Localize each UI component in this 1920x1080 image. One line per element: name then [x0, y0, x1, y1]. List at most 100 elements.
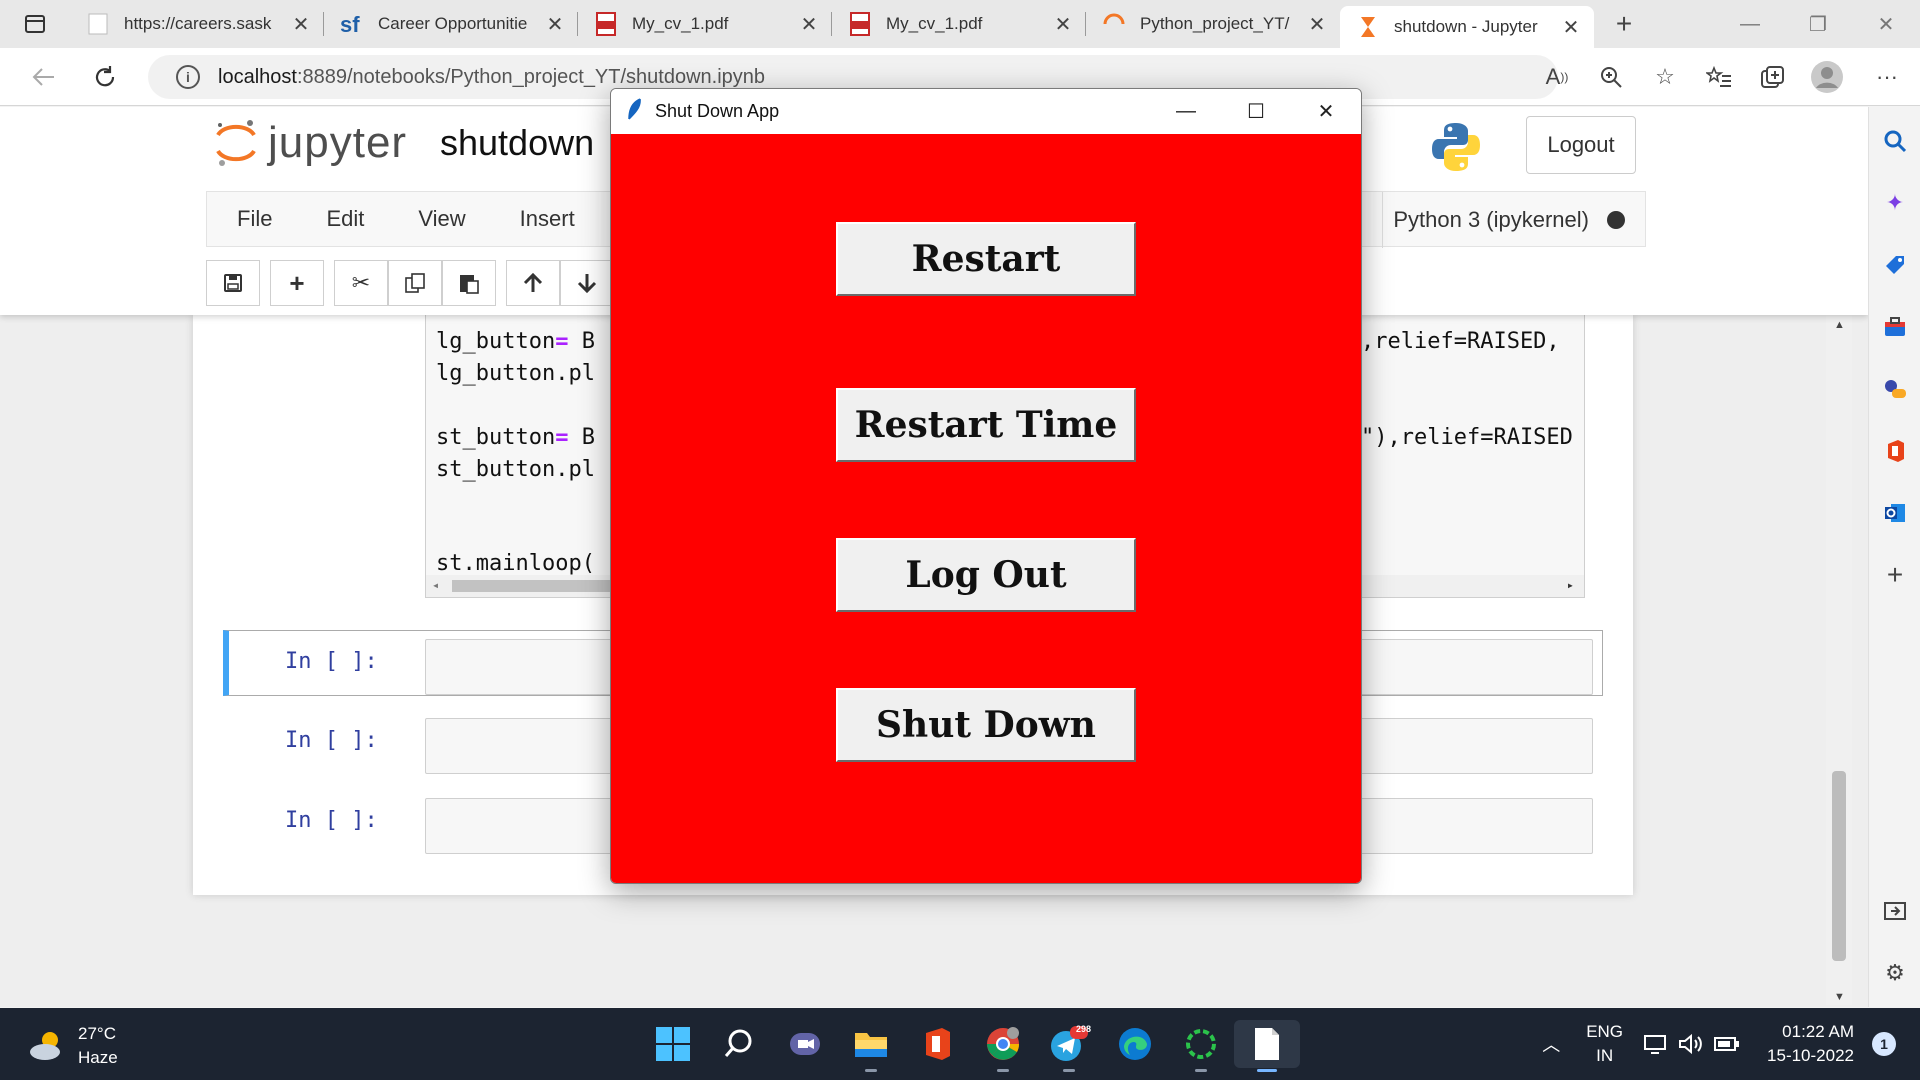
- outlook-icon[interactable]: [1869, 493, 1920, 533]
- notification-badge[interactable]: 1: [1872, 1032, 1896, 1056]
- window-close-icon[interactable]: ✕: [1291, 89, 1361, 134]
- save-button[interactable]: [206, 260, 260, 306]
- minimize-icon[interactable]: —: [1716, 0, 1784, 48]
- favorites-icon[interactable]: [1692, 48, 1746, 106]
- browser-tab-python-project[interactable]: Python_project_YT/ ✕: [1086, 0, 1340, 48]
- site-info-icon[interactable]: i: [176, 65, 200, 89]
- start-button[interactable]: [640, 1020, 706, 1068]
- log-out-button[interactable]: Log Out: [836, 538, 1136, 612]
- restore-icon[interactable]: ❐: [1784, 0, 1852, 48]
- language-indicator[interactable]: ENG IN: [1586, 1020, 1623, 1068]
- region-code: IN: [1596, 1046, 1614, 1065]
- scroll-right-icon[interactable]: ▸: [1567, 578, 1574, 592]
- refresh-button[interactable]: [74, 64, 136, 90]
- weather-haze-icon: [30, 1032, 60, 1060]
- zoom-icon[interactable]: [1584, 48, 1638, 106]
- tab-close-icon[interactable]: ✕: [798, 12, 820, 37]
- browser-window-controls: — ❐ ✕: [1716, 0, 1920, 48]
- move-up-button[interactable]: [506, 260, 560, 306]
- menu-insert[interactable]: Insert: [520, 206, 575, 232]
- shut-down-button[interactable]: Shut Down: [836, 688, 1136, 762]
- browser-tab-careers[interactable]: https://careers.sask ✕: [70, 0, 324, 48]
- window-maximize-icon[interactable]: ☐: [1221, 89, 1291, 134]
- edge-app[interactable]: [1102, 1020, 1168, 1068]
- clock[interactable]: 01:22 AM 15-10-2022: [1767, 1020, 1854, 1068]
- teams-chat-icon: [790, 1033, 820, 1055]
- profile-avatar-icon[interactable]: [1800, 48, 1854, 106]
- menu-file[interactable]: File: [237, 206, 272, 232]
- tab-close-icon[interactable]: ✕: [1560, 15, 1582, 40]
- new-tab-button[interactable]: +: [1600, 8, 1648, 40]
- volume-icon[interactable]: [1677, 1033, 1705, 1055]
- read-aloud-icon[interactable]: A)): [1530, 48, 1584, 106]
- office-app[interactable]: [904, 1020, 970, 1068]
- browser-tab-cv-pdf-2[interactable]: My_cv_1.pdf ✕: [832, 0, 1086, 48]
- browser-tab-shutdown-jupyter[interactable]: shutdown - Jupyter ✕: [1340, 6, 1594, 48]
- menu-edit[interactable]: Edit: [326, 206, 364, 232]
- jupyter-loading-app[interactable]: [1168, 1020, 1234, 1072]
- chrome-app[interactable]: [970, 1020, 1036, 1072]
- add-sidebar-app-icon[interactable]: +: [1869, 555, 1920, 595]
- tab-close-icon[interactable]: ✕: [1306, 12, 1328, 37]
- jupyter-logo[interactable]: jupyter: [214, 117, 407, 169]
- collections-icon[interactable]: [1746, 48, 1800, 106]
- edge-sidebar: ✦ + ⚙: [1868, 107, 1920, 1007]
- taskbar-apps: 298: [640, 1020, 1300, 1072]
- arrow-up-icon: [523, 272, 543, 292]
- window-title-bar[interactable]: Shut Down App — ☐ ✕: [611, 89, 1361, 134]
- insert-cell-button[interactable]: +: [270, 260, 324, 306]
- browser-tab-career-opportunities[interactable]: sf Career Opportunitie ✕: [324, 0, 578, 48]
- shutdown-app-window: Shut Down App — ☐ ✕ Restart Restart Time…: [610, 88, 1362, 884]
- close-icon[interactable]: ✕: [1852, 0, 1920, 48]
- tab-close-icon[interactable]: ✕: [1052, 12, 1074, 37]
- tab-title: shutdown - Jupyter: [1394, 17, 1538, 36]
- paste-button[interactable]: [442, 260, 496, 306]
- search-button[interactable]: [706, 1020, 772, 1068]
- code-line: lg_button.pl: [436, 361, 595, 386]
- running-indicator: [1195, 1069, 1207, 1072]
- kernel-indicator[interactable]: Python 3 (ipykernel): [1382, 192, 1625, 248]
- search-icon[interactable]: [1869, 121, 1920, 161]
- language-code: ENG: [1586, 1022, 1624, 1041]
- menu-view[interactable]: View: [418, 206, 465, 232]
- discover-sparkle-icon[interactable]: ✦: [1869, 183, 1920, 223]
- shutdown-app-body: Restart Restart Time Log Out Shut Down: [611, 134, 1361, 883]
- window-minimize-icon[interactable]: —: [1151, 89, 1221, 134]
- shopping-tag-icon[interactable]: [1869, 245, 1920, 285]
- battery-icon[interactable]: [1713, 1035, 1741, 1053]
- tab-actions-button[interactable]: [0, 0, 70, 48]
- scroll-up-icon[interactable]: ▲: [1834, 319, 1845, 331]
- tab-close-icon[interactable]: ✕: [290, 12, 312, 37]
- notebook-title[interactable]: shutdown: [440, 122, 594, 164]
- scroll-left-icon[interactable]: ◂: [432, 578, 439, 592]
- file-explorer-app[interactable]: [838, 1020, 904, 1072]
- network-icon[interactable]: [1643, 1033, 1669, 1055]
- show-hidden-icons-icon[interactable]: ︿: [1542, 1031, 1560, 1057]
- restart-time-button[interactable]: Restart Time: [836, 388, 1136, 462]
- weather-widget[interactable]: 27°C Haze: [28, 1022, 118, 1070]
- restart-button[interactable]: Restart: [836, 222, 1136, 296]
- scrollbar-thumb[interactable]: [1832, 771, 1846, 961]
- page-vertical-scrollbar[interactable]: ▲ ▼: [1826, 315, 1852, 1005]
- scroll-down-icon[interactable]: ▼: [1834, 991, 1845, 1003]
- more-options-icon[interactable]: ···: [1854, 48, 1920, 106]
- copy-button[interactable]: [388, 260, 442, 306]
- back-button[interactable]: [12, 66, 74, 88]
- tools-briefcase-icon[interactable]: [1869, 307, 1920, 347]
- telegram-app[interactable]: 298: [1036, 1020, 1102, 1072]
- jupyter-wordmark: jupyter: [268, 118, 408, 167]
- move-down-button[interactable]: [560, 260, 614, 306]
- office-icon[interactable]: [1869, 431, 1920, 471]
- games-icon[interactable]: [1869, 369, 1920, 409]
- add-favorite-icon[interactable]: ☆: [1638, 48, 1692, 106]
- sidebar-toggle-icon[interactable]: [1869, 891, 1920, 931]
- cut-button[interactable]: ✂: [334, 260, 388, 306]
- kernel-name: Python 3 (ipykernel): [1393, 207, 1589, 232]
- browser-tab-cv-pdf-1[interactable]: My_cv_1.pdf ✕: [578, 0, 832, 48]
- windows-logo-icon: [656, 1027, 690, 1061]
- logout-button[interactable]: Logout: [1526, 116, 1636, 174]
- blank-document-app[interactable]: [1234, 1020, 1300, 1072]
- teams-chat-app[interactable]: [772, 1020, 838, 1068]
- settings-gear-icon[interactable]: ⚙: [1869, 953, 1920, 993]
- tab-close-icon[interactable]: ✕: [544, 12, 566, 37]
